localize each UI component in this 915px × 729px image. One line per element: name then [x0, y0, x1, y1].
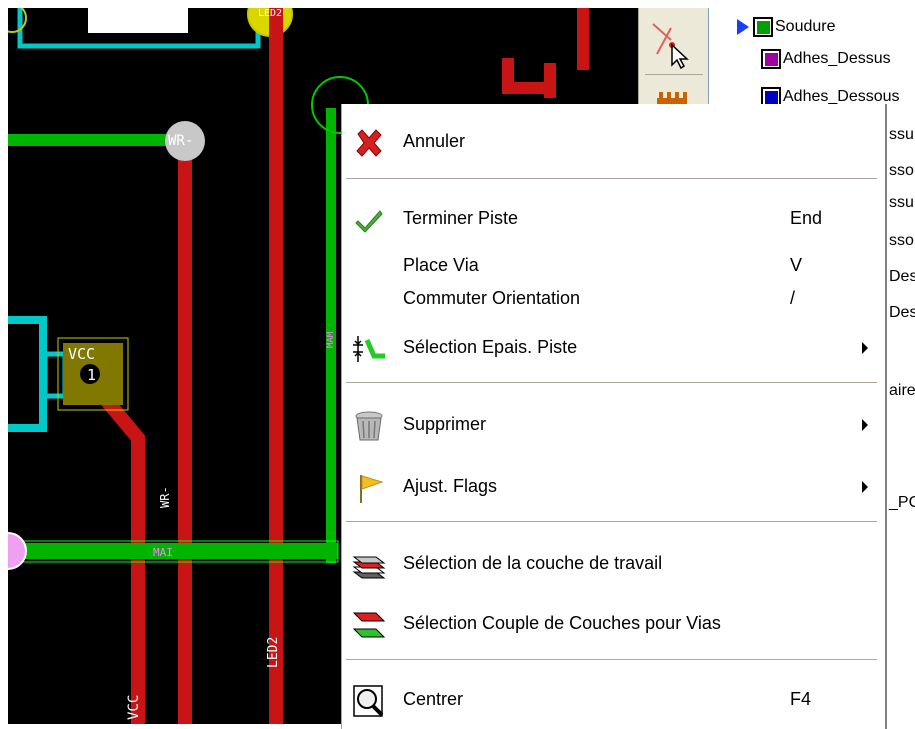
menu-item-shortcut: End — [790, 208, 823, 228]
menu-item-label: Annuler — [403, 131, 466, 151]
menu-separator — [346, 178, 877, 182]
pad-vcc-label: VCC — [68, 345, 96, 363]
pad-led2-label: LED2 — [258, 8, 283, 19]
cursor-icon — [652, 23, 689, 70]
submenu-arrow-icon — [862, 419, 868, 431]
component-notch — [42, 351, 68, 399]
layer-color-swatch[interactable] — [761, 49, 781, 69]
track-width-icon — [353, 336, 385, 362]
menu-item-shortcut: / — [790, 288, 796, 308]
menu-separator — [346, 521, 877, 525]
layer-name-fragment: sso — [889, 232, 914, 249]
menu-item-label: Commuter Orientation — [403, 288, 581, 308]
layer-stack-icon — [352, 556, 386, 579]
menu-item-selection-epais-piste[interactable]: Sélection Epais. Piste — [342, 330, 885, 366]
component-body-top — [88, 8, 188, 33]
menu-item-shortcut: F4 — [790, 689, 812, 709]
toolbar-separator — [645, 74, 703, 75]
component-outline-left — [8, 316, 47, 432]
layer-name-fragment: aire — [889, 382, 915, 399]
menu-item-label: Terminer Piste — [403, 208, 519, 228]
via-wr-label: WR- — [168, 133, 194, 149]
menu-item-label: Place Via — [403, 255, 479, 275]
menu-item-annuler[interactable]: Annuler — [342, 124, 885, 160]
track-vcc-label: VCC — [126, 694, 142, 720]
menu-item-label: Ajust. Flags — [403, 476, 498, 496]
menu-item-label: Sélection de la couche de travail — [403, 553, 663, 573]
layer-name: Adhes_Dessus — [783, 50, 891, 67]
flag-icon — [360, 475, 384, 503]
pad-left-edge — [8, 532, 27, 570]
zoom-center-icon — [353, 685, 384, 717]
layer-name-fragment: sso — [889, 162, 914, 179]
menu-separator — [346, 659, 877, 663]
menu-item-label: Centrer — [403, 689, 464, 709]
submenu-arrow-icon — [862, 481, 868, 493]
layer-row-adhes-dessus[interactable]: Adhes_Dessus — [761, 46, 891, 72]
cancel-icon — [356, 129, 382, 157]
track-wr-label: WR- — [158, 486, 172, 508]
menu-item-ajust-flags[interactable]: Ajust. Flags — [342, 469, 885, 505]
context-menu: Annuler Terminer Piste End Place Via V C… — [341, 104, 887, 729]
track-led2-label: LED2 — [266, 636, 281, 668]
pad-top-left — [8, 8, 27, 33]
active-layer-arrow-icon — [737, 19, 749, 35]
layer-pair-icon — [352, 612, 386, 638]
layer-name-fragment: _PC — [889, 494, 915, 511]
select-tool-button[interactable] — [647, 18, 699, 70]
menu-item-supprimer[interactable]: Supprimer — [342, 407, 885, 443]
pad-vcc-number: 1 — [87, 366, 97, 384]
menu-item-centrer[interactable]: Centrer F4 — [342, 682, 885, 718]
menu-item-commuter-orientation[interactable]: Commuter Orientation / — [342, 281, 885, 317]
submenu-arrow-icon — [862, 342, 868, 354]
checkmark-icon — [355, 210, 383, 233]
menu-item-shortcut: V — [790, 255, 803, 275]
layer-name-fragment: Des — [889, 268, 915, 285]
trash-icon — [355, 411, 383, 441]
menu-item-selection-couple-couches[interactable]: Sélection Couple de Couches pour Vias — [342, 606, 885, 642]
silk-red-top — [502, 8, 589, 98]
layer-color-swatch[interactable] — [753, 17, 773, 37]
menu-item-place-via[interactable]: Place Via V — [342, 248, 885, 284]
track-m-label: MAI — [153, 546, 173, 559]
layer-name: Soudure — [775, 18, 836, 35]
menu-item-label: Sélection Epais. Piste — [403, 337, 578, 357]
menu-item-label: Sélection Couple de Couches pour Vias — [403, 613, 721, 633]
menu-item-selection-couche-travail[interactable]: Sélection de la couche de travail — [342, 546, 885, 582]
menu-item-terminer-piste[interactable]: Terminer Piste End — [342, 201, 885, 237]
layer-name-fragment: ssu — [889, 126, 914, 143]
menu-item-label: Supprimer — [403, 414, 487, 434]
track-vert-label: MAM — [326, 331, 336, 348]
menu-separator — [346, 382, 877, 386]
layer-name-fragment: ssu — [889, 194, 914, 211]
layer-row-soudure[interactable]: Soudure — [737, 14, 836, 40]
layer-name-fragment: Des — [889, 304, 915, 321]
